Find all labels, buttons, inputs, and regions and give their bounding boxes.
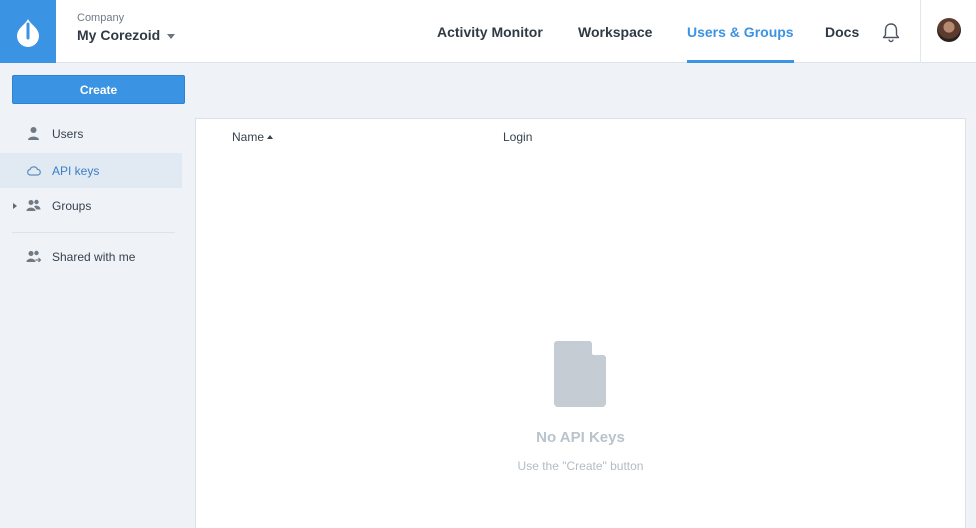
company-name-dropdown[interactable]: My Corezoid — [77, 27, 176, 43]
sidebar-item-label: Shared with me — [52, 249, 136, 264]
expand-arrow-icon[interactable] — [13, 203, 17, 209]
corezoid-logo-icon — [17, 18, 39, 47]
sidebar-item-api-keys[interactable]: API keys — [0, 153, 182, 188]
header-divider — [920, 0, 921, 63]
corezoid-logo[interactable] — [0, 0, 56, 63]
shared-icon — [26, 250, 41, 263]
sidebar-item-users[interactable]: Users — [0, 116, 182, 151]
company-selector[interactable]: Company My Corezoid — [77, 12, 176, 43]
cloud-icon — [27, 166, 41, 176]
group-icon — [26, 199, 41, 211]
column-header-name[interactable]: Name — [232, 130, 274, 144]
column-header-label: Name — [232, 130, 265, 144]
create-button[interactable]: Create — [12, 75, 185, 104]
bell-icon[interactable] — [880, 21, 902, 43]
user-icon — [28, 127, 39, 140]
sidebar-divider — [12, 232, 175, 233]
empty-state-subtitle: Use the "Create" button — [517, 459, 644, 473]
sidebar-item-label: Groups — [52, 198, 92, 213]
nav-activity-monitor[interactable]: Activity Monitor — [437, 0, 543, 63]
top-header: Company My Corezoid Activity Monitor Wor… — [0, 0, 976, 63]
nav-users-groups[interactable]: Users & Groups — [687, 0, 794, 63]
column-header-label: Login — [503, 130, 533, 144]
avatar[interactable] — [937, 18, 961, 42]
company-caption: Company — [77, 12, 125, 24]
nav-docs[interactable]: Docs — [825, 0, 859, 63]
sort-ascending-icon — [267, 135, 274, 139]
sidebar-item-label: API keys — [52, 163, 100, 178]
empty-state-title: No API Keys — [536, 429, 625, 446]
api-keys-panel: Name Login No API Keys Use the "Create" … — [195, 118, 966, 528]
document-icon — [554, 341, 606, 407]
company-name: My Corezoid — [77, 27, 161, 43]
column-header-login[interactable]: Login — [503, 130, 532, 144]
sidebar-item-shared-with-me[interactable]: Shared with me — [0, 239, 182, 274]
sidebar-item-groups[interactable]: Groups — [0, 188, 182, 223]
chevron-down-icon — [167, 34, 176, 39]
sidebar-item-label: Users — [52, 126, 84, 141]
nav-workspace[interactable]: Workspace — [578, 0, 652, 63]
